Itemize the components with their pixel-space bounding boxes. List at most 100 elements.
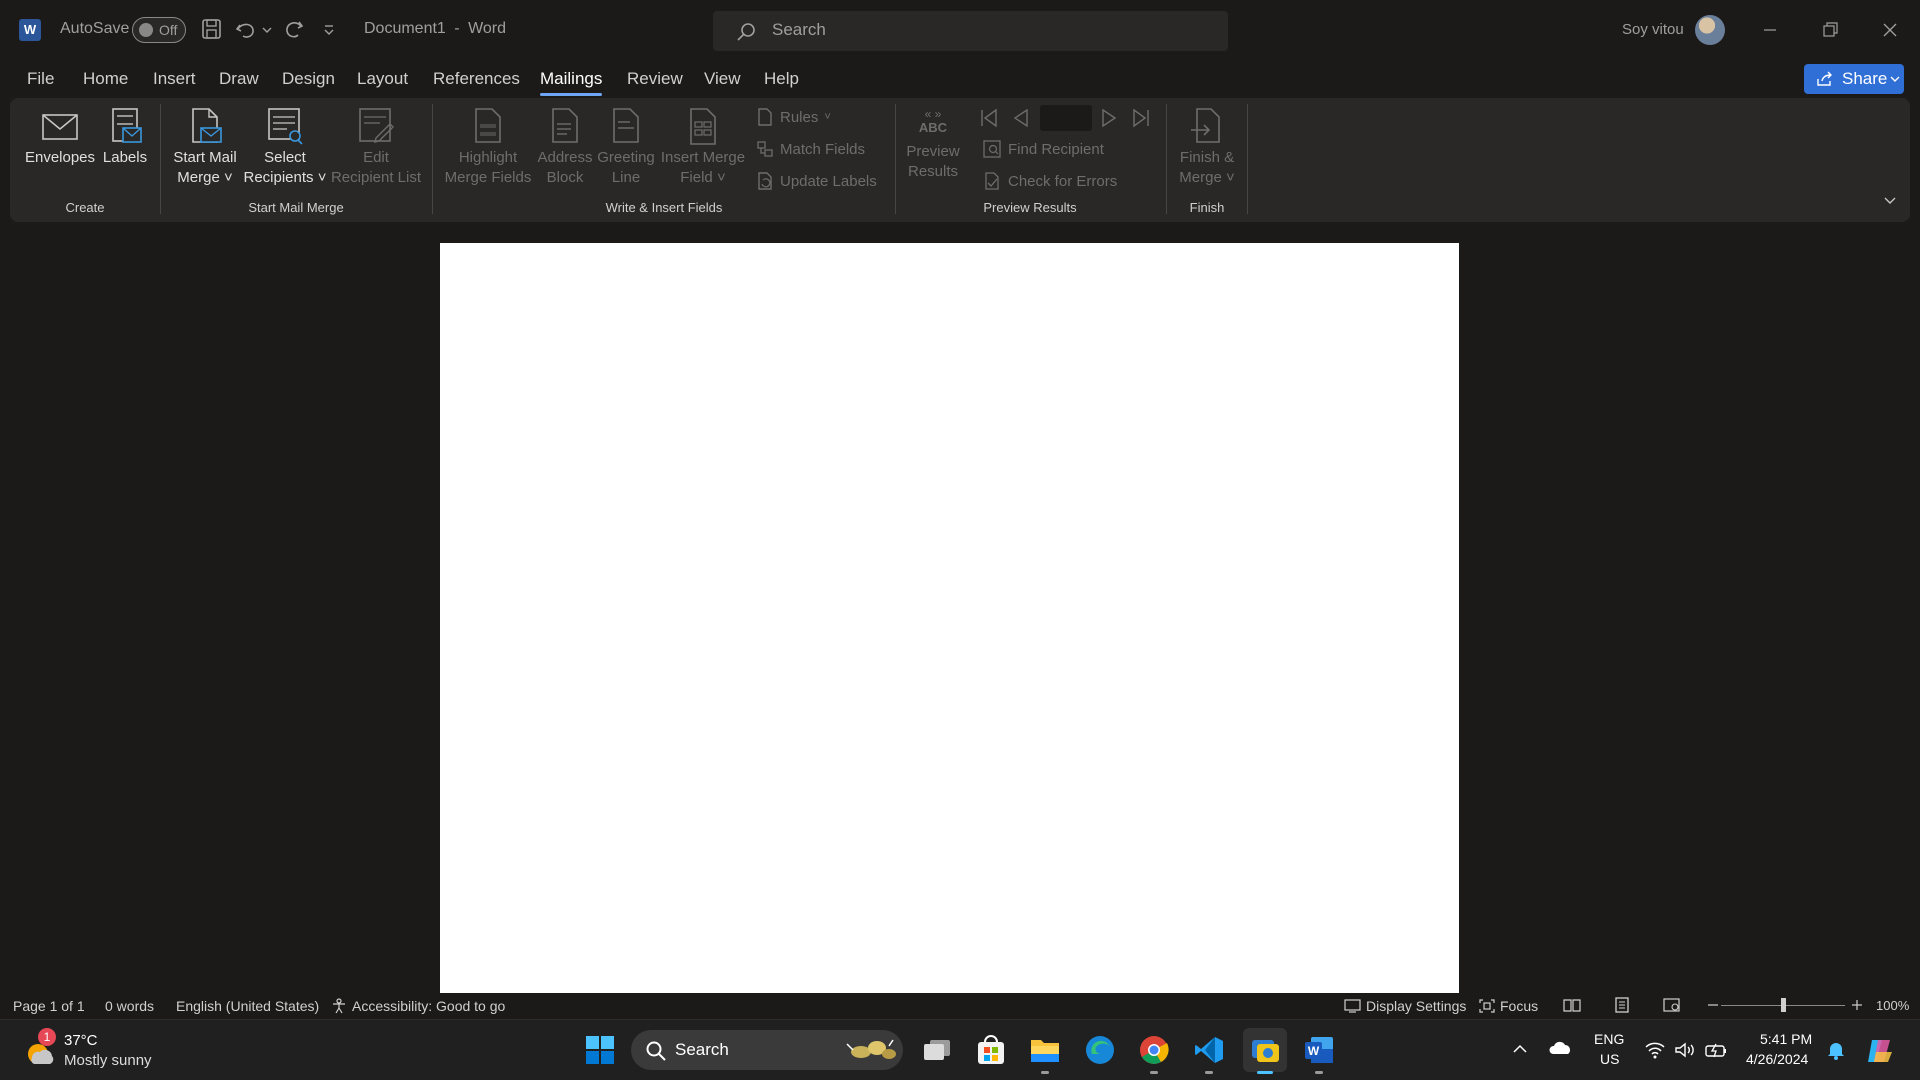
chrome-icon[interactable] <box>1138 1034 1170 1066</box>
envelopes-button[interactable]: Envelopes <box>24 106 96 168</box>
tab-draw[interactable]: Draw <box>219 69 259 89</box>
task-view-icon[interactable] <box>921 1034 953 1066</box>
photos-app-icon[interactable] <box>1249 1034 1281 1066</box>
zoom-slider-thumb[interactable] <box>1781 998 1786 1012</box>
temperature[interactable]: 37°C <box>64 1032 98 1049</box>
avatar[interactable] <box>1695 15 1725 45</box>
document-page[interactable] <box>440 243 1459 993</box>
redo-icon[interactable] <box>282 16 306 42</box>
greeting-line-icon <box>613 108 639 143</box>
focus-button[interactable]: Focus <box>1478 998 1538 1014</box>
match-fields-button[interactable]: Match Fields <box>756 139 865 159</box>
autosave-label: AutoSave <box>60 20 130 37</box>
vscode-icon[interactable] <box>1193 1034 1225 1066</box>
tab-review[interactable]: Review <box>627 69 683 89</box>
copilot-icon[interactable] <box>1864 1036 1894 1066</box>
tab-help[interactable]: Help <box>764 69 799 89</box>
tab-design[interactable]: Design <box>282 69 335 89</box>
finish-merge-icon <box>1191 108 1220 143</box>
accessibility-status[interactable]: Accessibility: Good to go <box>330 998 505 1014</box>
battery-icon[interactable] <box>1704 1041 1728 1059</box>
language-status[interactable]: English (United States) <box>176 998 319 1014</box>
notification-bell-icon[interactable] <box>1826 1040 1846 1060</box>
page-count[interactable]: Page 1 of 1 <box>13 998 85 1014</box>
restore-icon[interactable] <box>1818 18 1842 42</box>
zoom-level[interactable]: 100% <box>1876 998 1909 1013</box>
tab-mailings[interactable]: Mailings <box>540 69 603 96</box>
first-record-icon[interactable] <box>978 106 1000 130</box>
find-recipient-button[interactable]: Find Recipient <box>982 139 1104 159</box>
weather-condition[interactable]: Mostly sunny <box>64 1052 152 1069</box>
record-number-input[interactable] <box>1040 105 1092 131</box>
update-labels-button[interactable]: Update Labels <box>756 171 877 191</box>
rules-button[interactable]: Rules ˅ <box>756 107 831 127</box>
undo-icon[interactable] <box>234 16 258 42</box>
display-settings-icon <box>1344 999 1361 1013</box>
share-button[interactable]: Share <box>1804 64 1904 94</box>
insert-merge-field-button[interactable]: Insert Merge Field ˅ <box>658 106 748 188</box>
zoom-in-icon[interactable] <box>1850 997 1864 1013</box>
ribbon-separator <box>895 104 896 214</box>
onedrive-icon[interactable] <box>1548 1040 1572 1056</box>
clock-time[interactable]: 5:41 PM <box>1760 1031 1812 1047</box>
save-icon[interactable] <box>200 16 224 42</box>
edit-recipient-list-button[interactable]: Edit Recipient List <box>330 106 422 188</box>
word-count[interactable]: 0 words <box>105 998 154 1014</box>
last-record-icon[interactable] <box>1130 106 1152 130</box>
tab-insert[interactable]: Insert <box>153 69 196 89</box>
preview-results-button[interactable]: « » ABC Preview Results <box>900 108 966 182</box>
language-indicator[interactable]: ENG <box>1594 1031 1624 1047</box>
undo-dropdown-icon[interactable] <box>260 16 274 42</box>
finish-merge-button[interactable]: Finish & Merge ˅ <box>1170 106 1244 188</box>
display-settings-button[interactable]: Display Settings <box>1344 998 1466 1014</box>
next-record-icon[interactable] <box>1098 106 1120 130</box>
print-layout-icon[interactable] <box>1613 997 1631 1013</box>
customize-toolbar-icon[interactable] <box>322 16 336 42</box>
close-icon[interactable] <box>1878 18 1902 42</box>
share-icon <box>1817 71 1832 86</box>
minimize-icon[interactable] <box>1758 18 1782 42</box>
share-dropdown-icon[interactable] <box>1890 76 1900 84</box>
file-explorer-icon[interactable] <box>1029 1034 1061 1066</box>
ribbon-separator <box>160 104 161 214</box>
search-box[interactable]: Search <box>713 11 1228 51</box>
volume-icon[interactable] <box>1674 1041 1696 1059</box>
greeting-line-button[interactable]: Greeting Line <box>594 106 658 188</box>
tab-layout[interactable]: Layout <box>357 69 408 89</box>
tab-references[interactable]: References <box>433 69 520 89</box>
microsoft-store-icon[interactable] <box>975 1034 1007 1066</box>
highlight-merge-fields-button[interactable]: Highlight Merge Fields <box>442 106 534 188</box>
rules-icon <box>758 108 772 126</box>
windows-icon <box>586 1036 614 1064</box>
tab-home[interactable]: Home <box>83 69 128 89</box>
running-indicator <box>1315 1071 1323 1074</box>
taskbar-search[interactable]: Search <box>631 1030 903 1070</box>
word-logo-icon: W <box>19 19 41 41</box>
labels-button[interactable]: Labels <box>100 106 150 168</box>
read-mode-icon[interactable] <box>1563 997 1581 1013</box>
user-name[interactable]: Soy vitou <box>1622 21 1684 38</box>
start-mail-merge-button[interactable]: Start Mail Merge ˅ <box>168 106 242 188</box>
start-button[interactable] <box>584 1034 616 1066</box>
tab-file[interactable]: File <box>27 69 54 89</box>
ribbon-separator <box>1247 104 1248 214</box>
collapse-ribbon-icon[interactable] <box>1882 194 1898 208</box>
autosave-toggle[interactable]: Off <box>132 17 186 43</box>
group-create-label: Create <box>65 200 105 215</box>
web-layout-icon[interactable] <box>1663 997 1681 1013</box>
update-labels-icon <box>758 172 772 190</box>
show-hidden-icons-icon[interactable] <box>1512 1042 1528 1056</box>
highlight-fields-icon <box>475 108 501 143</box>
wifi-icon[interactable] <box>1644 1041 1666 1059</box>
edge-icon[interactable] <box>1084 1034 1116 1066</box>
search-icon <box>737 23 755 41</box>
weather-badge: 1 <box>38 1028 56 1046</box>
tab-view[interactable]: View <box>704 69 741 89</box>
zoom-out-icon[interactable] <box>1706 997 1720 1013</box>
address-block-button[interactable]: Address Block <box>534 106 596 188</box>
previous-record-icon[interactable] <box>1010 106 1032 130</box>
check-errors-button[interactable]: Check for Errors <box>982 171 1117 191</box>
word-taskbar-icon[interactable]: W <box>1303 1034 1335 1066</box>
clock-date[interactable]: 4/26/2024 <box>1746 1051 1808 1067</box>
select-recipients-button[interactable]: Select Recipients ˅ <box>240 106 330 188</box>
